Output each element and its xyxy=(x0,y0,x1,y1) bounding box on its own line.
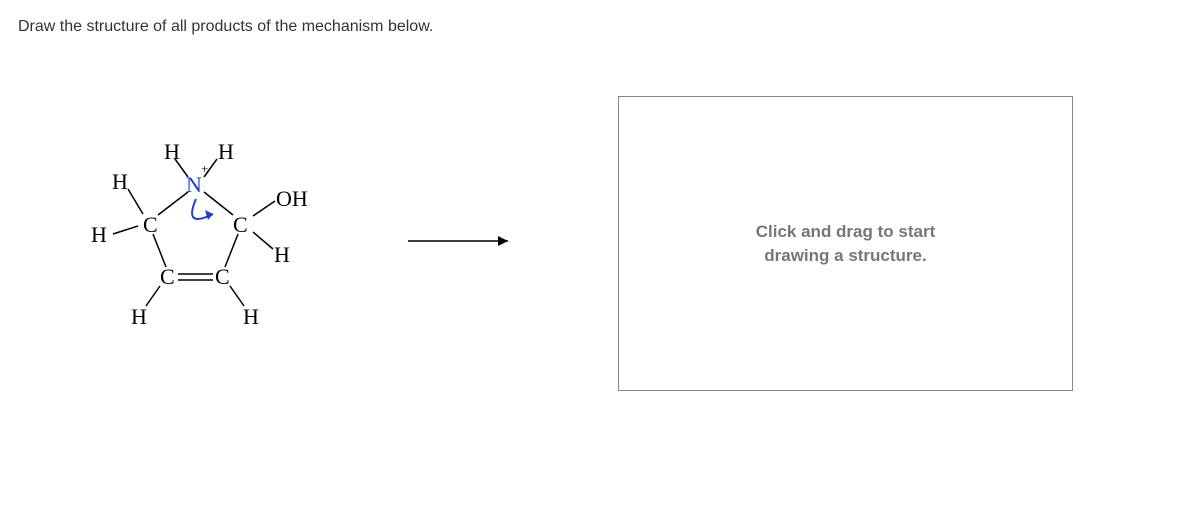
canvas-placeholder: Click and drag to start drawing a struct… xyxy=(756,220,935,268)
group-OH: OH xyxy=(276,186,308,212)
atom-H-upper-left: H xyxy=(112,169,128,195)
atom-H-top-right: H xyxy=(218,139,234,165)
placeholder-line1: Click and drag to start xyxy=(756,222,935,241)
atom-H-right-inner: H xyxy=(274,242,290,268)
atom-H-left: H xyxy=(91,222,107,248)
placeholder-line2: drawing a structure. xyxy=(764,246,926,265)
prompt-text: Draw the structure of all products of th… xyxy=(18,18,1182,36)
atom-H-bottom-right: H xyxy=(243,304,259,330)
atom-N: N xyxy=(186,172,202,198)
content: H H + N H C C OH H H C C H H Click and d… xyxy=(18,96,1182,391)
atom-C-bottom-left: C xyxy=(160,264,175,290)
atom-C-bottom-right: C xyxy=(215,264,230,290)
reaction-arrow xyxy=(408,231,518,256)
atom-C-right: C xyxy=(233,212,248,238)
atom-H-top-left: H xyxy=(164,139,180,165)
molecule-structure: H H + N H C C OH H H C C H H xyxy=(68,134,348,354)
atom-C-left: C xyxy=(143,212,158,238)
charge-plus: + xyxy=(201,161,208,177)
drawing-canvas[interactable]: Click and drag to start drawing a struct… xyxy=(618,96,1073,391)
atom-H-bottom-left: H xyxy=(131,304,147,330)
